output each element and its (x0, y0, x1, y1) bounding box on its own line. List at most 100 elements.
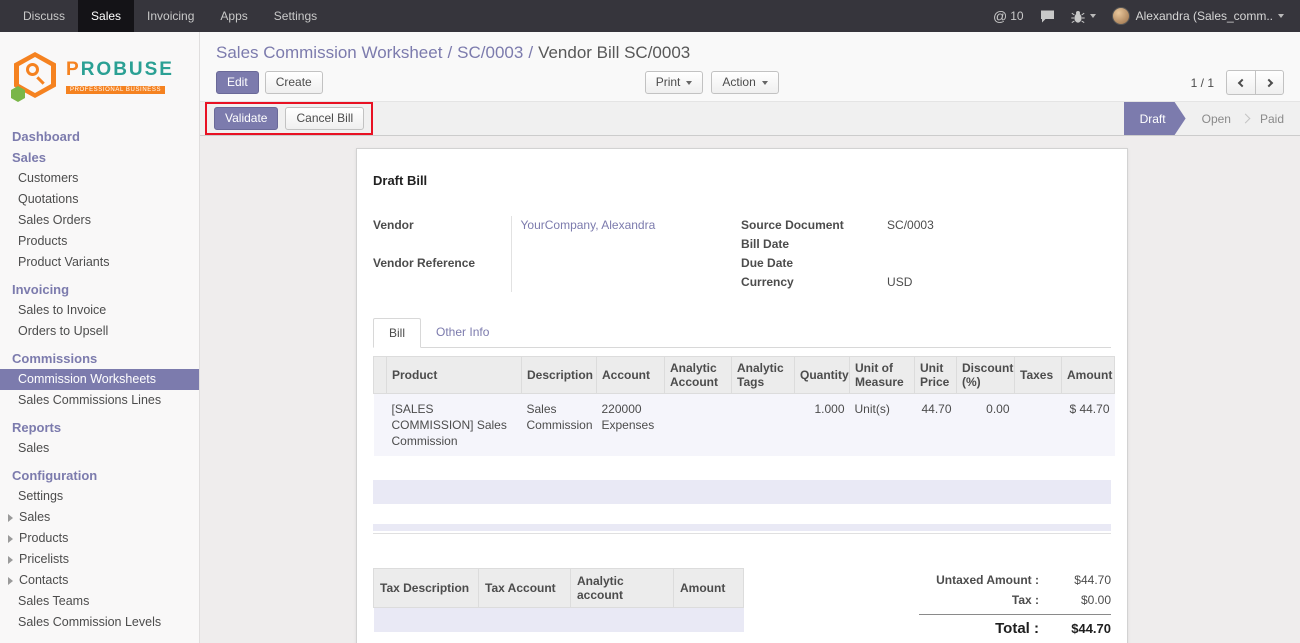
sidebar-item-sales-commission-levels[interactable]: Sales Commission Levels (0, 612, 199, 633)
table-header-row: Product Description Account Analytic Acc… (374, 357, 1115, 394)
form-area: Draft Bill Vendor YourCompany, Alexandra… (200, 148, 1300, 591)
sidebar-section-configuration[interactable]: Configuration (0, 465, 199, 486)
sidebar-item-pricelists[interactable]: Pricelists (0, 549, 199, 570)
col-discount: Discount (%) (957, 357, 1015, 394)
cell-unit-of-measure: Unit(s) (850, 394, 915, 457)
sidebar-item-label: Contacts (19, 573, 68, 588)
cell-taxes (1015, 394, 1062, 457)
field-value-vendor[interactable]: YourCompany, Alexandra (521, 218, 656, 232)
bug-icon (1071, 10, 1085, 23)
sidebar-item-label: Sales (19, 510, 50, 525)
field-label-vendor-reference: Vendor Reference (373, 254, 511, 292)
col-tax-description: Tax Description (374, 569, 479, 608)
tab-bill[interactable]: Bill (373, 318, 421, 348)
mention-counter[interactable]: @ 10 (985, 0, 1032, 32)
empty-row (374, 632, 744, 643)
breadcrumb: Sales Commission Worksheet/SC/0003/Vendo… (200, 32, 1300, 68)
expand-icon (8, 514, 13, 522)
sidebar-section-invoicing[interactable]: Invoicing (0, 279, 199, 300)
debug-menu[interactable] (1063, 0, 1104, 32)
empty-row (374, 608, 744, 632)
magnifier-icon (26, 63, 39, 76)
sidebar-item-sales-config[interactable]: Sales (0, 507, 199, 528)
tax-and-totals: Tax Description Tax Account Analytic acc… (373, 568, 1111, 643)
page: Discuss Sales Invoicing Apps Settings @ … (0, 0, 1300, 643)
messages-icon[interactable] (1032, 0, 1063, 32)
sidebar-item-sales-to-invoice[interactable]: Sales to Invoice (0, 300, 199, 321)
col-analytic-tags: Analytic Tags (732, 357, 795, 394)
col-tax-analytic-account: Analytic account (571, 569, 674, 608)
tax-header-row: Tax Description Tax Account Analytic acc… (374, 569, 744, 608)
edit-button[interactable]: Edit (216, 71, 259, 94)
sidebar-item-product-variants[interactable]: Product Variants (0, 252, 199, 273)
logo-text: PROBUSE (66, 60, 174, 81)
create-button[interactable]: Create (265, 71, 323, 94)
total-value: $44.70 (1053, 621, 1111, 636)
sidebar-section-sales[interactable]: Sales (0, 147, 199, 168)
pager: 1 / 1 (1191, 70, 1284, 95)
sidebar-item-dashboard[interactable]: Dashboard (0, 126, 199, 147)
invoice-line-row[interactable]: [SALES COMMISSION] Sales Commission Sale… (374, 394, 1115, 457)
menu-apps[interactable]: Apps (207, 0, 260, 32)
field-value-currency: USD (885, 273, 1111, 292)
sidebar-section-commissions[interactable]: Commissions (0, 348, 199, 369)
validate-button[interactable]: Validate (214, 107, 278, 130)
tax-label: Tax : (919, 593, 1053, 607)
col-product: Product (387, 357, 522, 394)
sidebar-item-sales-report[interactable]: Sales (0, 438, 199, 459)
tab-other-info[interactable]: Other Info (421, 318, 504, 347)
col-tax-amount: Amount (674, 569, 744, 608)
pager-previous-button[interactable] (1226, 70, 1255, 95)
breadcrumb-link-worksheets[interactable]: Sales Commission Worksheet (216, 43, 442, 62)
menu-discuss[interactable]: Discuss (10, 0, 78, 32)
menu-invoicing[interactable]: Invoicing (134, 0, 207, 32)
sidebar-item-quotations[interactable]: Quotations (0, 189, 199, 210)
col-unit-price: Unit Price (915, 357, 957, 394)
untaxed-amount-value: $44.70 (1053, 573, 1111, 587)
menu-sales[interactable]: Sales (78, 0, 134, 32)
sidebar: PROBUSE PROFESSIONAL BUSINESS Dashboard … (0, 32, 200, 643)
sidebar-item-products-config[interactable]: Products (0, 528, 199, 549)
menu-settings[interactable]: Settings (261, 0, 330, 32)
sidebar-item-products[interactable]: Products (0, 231, 199, 252)
action-dropdown-button[interactable]: Action (711, 71, 778, 94)
sidebar-section-reports[interactable]: Reports (0, 417, 199, 438)
status-step-draft: Draft (1124, 102, 1186, 135)
totals-block: Untaxed Amount : $44.70 Tax : $0.00 Tota… (919, 568, 1111, 640)
sidebar-item-contacts[interactable]: Contacts (0, 570, 199, 591)
cell-analytic-account (665, 394, 732, 457)
top-menu: Discuss Sales Invoicing Apps Settings (0, 0, 330, 32)
user-menu[interactable]: Alexandra (Sales_comm.. (1104, 0, 1292, 32)
invoice-lines-table: Product Description Account Analytic Acc… (373, 356, 1115, 456)
notebook-tabs: Bill Other Info (373, 318, 1111, 348)
field-label-due-date: Due Date (741, 254, 885, 273)
breadcrumb-separator: / (447, 43, 452, 62)
field-value-bill-date (885, 235, 1111, 254)
mention-count: 10 (1010, 9, 1023, 23)
sidebar-item-sales-orders[interactable]: Sales Orders (0, 210, 199, 231)
sidebar-item-sales-commissions-lines[interactable]: Sales Commissions Lines (0, 390, 199, 411)
sidebar-nav: Dashboard Sales Customers Quotations Sal… (0, 120, 199, 633)
sidebar-item-label: Products (19, 531, 68, 546)
status-step-open: Open (1186, 112, 1247, 126)
print-dropdown-button[interactable]: Print (645, 71, 704, 94)
pager-next-button[interactable] (1255, 70, 1284, 95)
sidebar-item-commission-worksheets[interactable]: Commission Worksheets (0, 369, 199, 390)
expand-icon (8, 535, 13, 543)
sidebar-item-settings[interactable]: Settings (0, 486, 199, 507)
cancel-bill-button[interactable]: Cancel Bill (285, 107, 364, 130)
sidebar-item-label: Pricelists (19, 552, 69, 567)
field-value-source-document: SC/0003 (885, 216, 1111, 235)
sidebar-item-sales-teams[interactable]: Sales Teams (0, 591, 199, 612)
breadcrumb-link-record[interactable]: SC/0003 (457, 43, 523, 62)
app-logo: PROBUSE PROFESSIONAL BUSINESS (0, 32, 199, 120)
cell-discount: 0.00 (957, 394, 1015, 457)
col-taxes: Taxes (1015, 357, 1062, 394)
sidebar-item-customers[interactable]: Customers (0, 168, 199, 189)
statusbar: Validate Cancel Bill Draft Open Paid (200, 101, 1300, 136)
sidebar-item-orders-to-upsell[interactable]: Orders to Upsell (0, 321, 199, 342)
pager-value: 1 / 1 (1191, 76, 1214, 90)
cell-analytic-tags (732, 394, 795, 457)
avatar (1112, 7, 1130, 25)
logo-subtext: PROFESSIONAL BUSINESS (66, 86, 165, 94)
